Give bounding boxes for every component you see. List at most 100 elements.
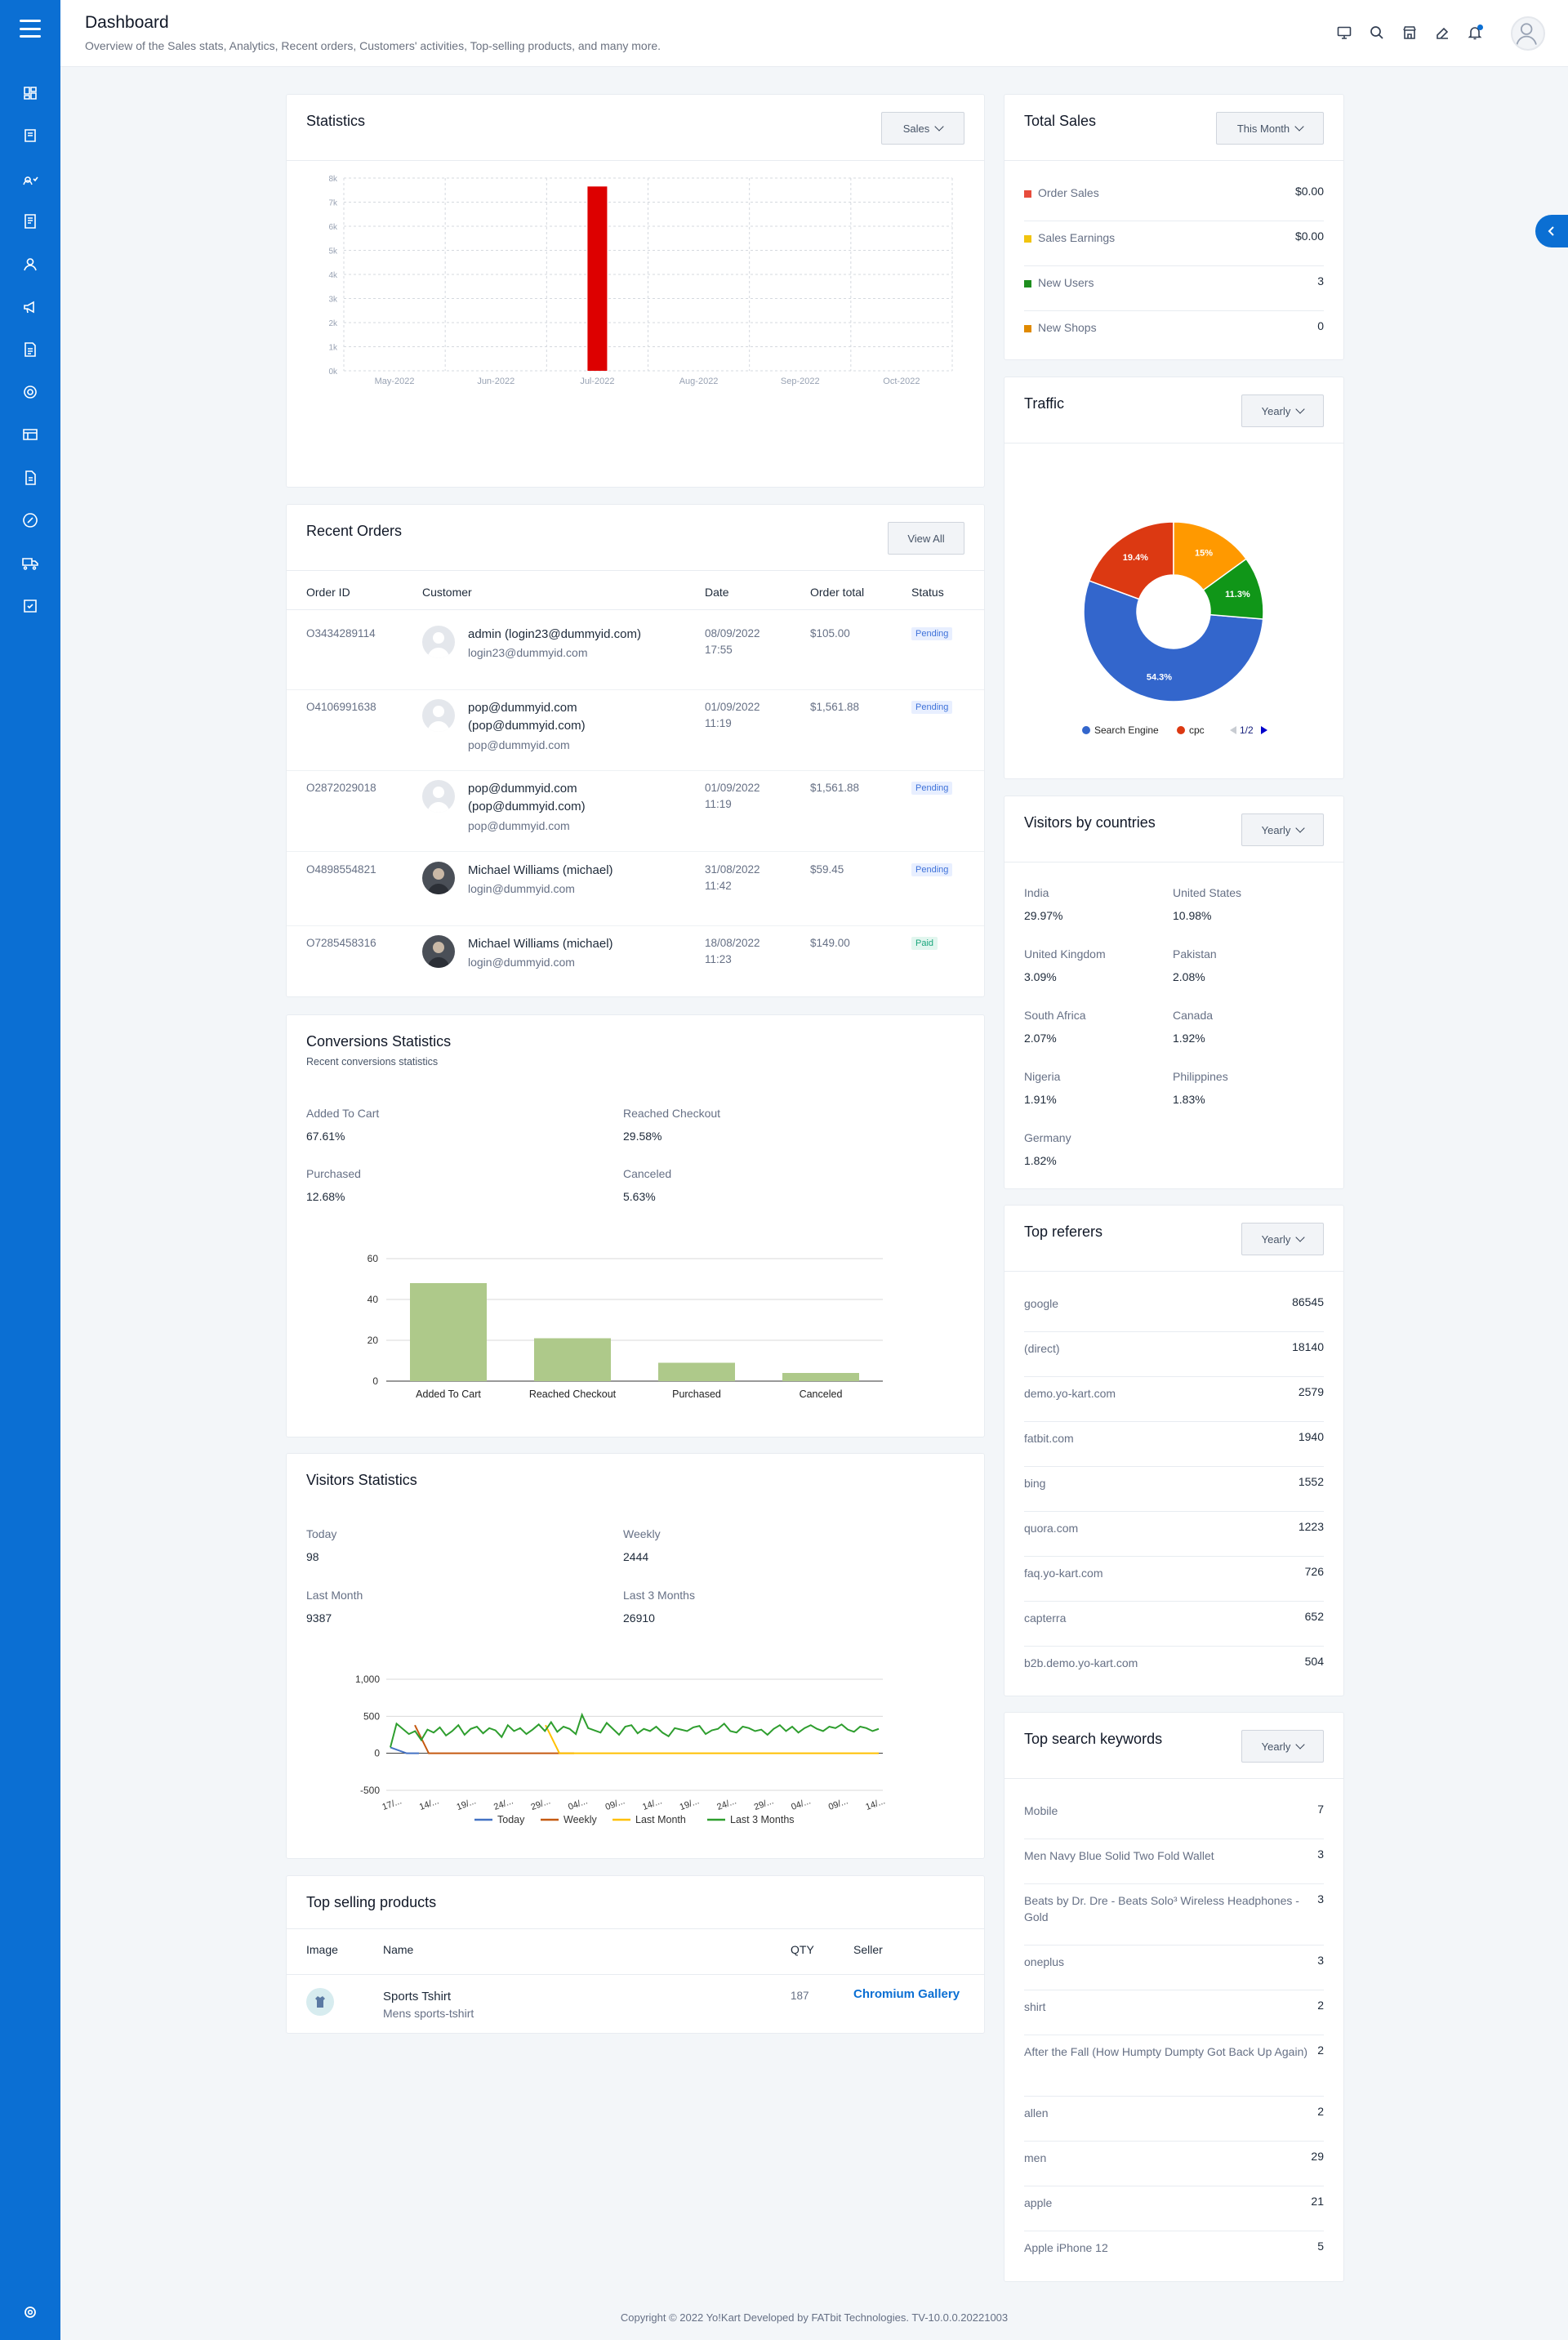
keyword-count: 29: [1311, 2150, 1324, 2163]
menu-toggle-icon[interactable]: [20, 20, 41, 38]
settings-icon[interactable]: [20, 381, 41, 403]
monitor-icon[interactable]: [1334, 23, 1354, 42]
legend-label: Last Month: [635, 1814, 686, 1825]
side-panel-toggle[interactable]: [1535, 215, 1568, 247]
top-selling-title: Top selling products: [306, 1894, 437, 1910]
bar-Jul-2022: [587, 186, 608, 371]
referers-title: Top referers: [1024, 1223, 1103, 1240]
recent-orders-card: Recent Orders View All Order ID Customer…: [286, 504, 985, 997]
product-thumbnail[interactable]: [306, 1988, 334, 2016]
x-tick-label: Canceled: [800, 1388, 843, 1400]
order-id[interactable]: O3434289114: [306, 626, 376, 642]
customer-name-line2: (pop@dummyid.com): [468, 719, 586, 733]
keyword-count: 2: [1317, 1999, 1324, 2012]
customer-email: login23@dummyid.com: [468, 646, 588, 659]
legend-label: Last 3 Months: [730, 1814, 795, 1825]
product-seller-link[interactable]: Chromium Gallery: [853, 1987, 960, 2001]
y-tick-label: 0: [374, 1748, 380, 1759]
country-value: 1.83%: [1173, 1093, 1205, 1106]
x-tick-label: 14/...: [418, 1796, 440, 1812]
pie-slice-label: 54.3%: [1147, 673, 1172, 683]
y-tick-label: 500: [363, 1710, 380, 1722]
settings-icon[interactable]: [20, 2302, 41, 2323]
referers-period-dropdown[interactable]: Yearly: [1241, 1223, 1324, 1255]
conversions-title: Conversions Statistics: [306, 1033, 452, 1050]
visitors-title: Visitors Statistics: [306, 1472, 417, 1488]
order-id[interactable]: O7285458316: [306, 935, 376, 952]
page-subtitle: Overview of the Sales stats, Analytics, …: [85, 39, 662, 52]
col-image: Image: [306, 1943, 338, 1956]
search-icon[interactable]: [1367, 23, 1387, 42]
customer-name[interactable]: admin (login23@dummyid.com): [468, 626, 641, 644]
referer-row: capterra 652: [1024, 1602, 1324, 1647]
x-tick-label: 24/...: [715, 1796, 737, 1812]
product-name[interactable]: Sports Tshirt: [383, 1988, 451, 2006]
chevron-down-icon: [1295, 404, 1305, 414]
tax-icon[interactable]: [20, 510, 41, 531]
chevron-down-icon: [1294, 122, 1304, 131]
keyword-text: men: [1024, 2151, 1047, 2164]
y-tick-label: 8k: [328, 175, 338, 184]
reports-icon[interactable]: [20, 339, 41, 360]
customer-icon[interactable]: [20, 253, 41, 274]
promotions-icon[interactable]: [20, 296, 41, 318]
orders-icon[interactable]: [20, 211, 41, 232]
x-tick-label: May-2022: [375, 377, 415, 386]
cms-icon[interactable]: [20, 424, 41, 445]
keywords-dropdown-label: Yearly: [1261, 1740, 1291, 1753]
keyword-count: 3: [1317, 1954, 1324, 1967]
country-value: 1.92%: [1173, 1032, 1205, 1045]
order-id[interactable]: O4106991638: [306, 699, 376, 715]
order-id[interactable]: O2872029018: [306, 780, 376, 796]
customer-name[interactable]: Michael Williams (michael): [468, 935, 613, 953]
referer-count: 504: [1304, 1655, 1324, 1668]
customer-name[interactable]: pop@dummyid.com: [468, 699, 577, 717]
shipping-icon[interactable]: [20, 552, 41, 573]
statistics-type-dropdown[interactable]: Sales: [881, 112, 964, 145]
divider: [287, 160, 984, 161]
catalog-icon[interactable]: [20, 125, 41, 146]
recent-orders-title: Recent Orders: [306, 523, 403, 539]
dashboard-icon[interactable]: [20, 82, 41, 104]
traffic-period-dropdown[interactable]: Yearly: [1241, 394, 1324, 427]
x-tick-label: Jul-2022: [580, 377, 614, 386]
divider: [287, 1974, 984, 1975]
countries-period-dropdown[interactable]: Yearly: [1241, 813, 1324, 846]
referer-name: capterra: [1024, 1611, 1067, 1625]
referer-row: (direct) 18140: [1024, 1332, 1324, 1377]
x-tick-label: Aug-2022: [679, 377, 719, 386]
documents-icon[interactable]: [20, 467, 41, 488]
store-icon[interactable]: [1400, 23, 1419, 42]
referer-row: fatbit.com 1940: [1024, 1422, 1324, 1467]
col-qty: QTY: [791, 1943, 814, 1956]
total-sales-row: New Shops 0: [1024, 311, 1324, 356]
legend-label: cpc: [1189, 724, 1205, 736]
eraser-icon[interactable]: [1432, 23, 1452, 42]
divider: [1004, 160, 1343, 161]
referer-count: 18140: [1292, 1340, 1324, 1353]
total-sales-period-dropdown[interactable]: This Month: [1216, 112, 1324, 145]
stat-label: Last Month: [306, 1589, 363, 1602]
users-icon[interactable]: [20, 168, 41, 189]
legend-swatch: [1082, 726, 1090, 734]
keywords-period-dropdown[interactable]: Yearly: [1241, 1730, 1324, 1763]
countries-card: Visitors by countries Yearly India 29.97%…: [1004, 796, 1344, 1189]
view-all-button[interactable]: View All: [888, 522, 964, 555]
chevron-left-icon: [1548, 226, 1554, 236]
y-tick-label: 5k: [328, 247, 338, 256]
total-sales-label-wrap: New Shops: [1024, 319, 1097, 336]
order-id[interactable]: O4898554821: [306, 862, 376, 878]
top-selling-card: Top selling products Image Name QTY Sell…: [286, 1875, 985, 2034]
import-export-icon[interactable]: [20, 595, 41, 617]
legend-label: Search Engine: [1094, 724, 1159, 736]
keyword-count: 2: [1317, 2105, 1324, 2118]
chevron-down-icon: [1295, 1740, 1305, 1749]
bar-Reached Checkout: [534, 1338, 611, 1381]
customer-name[interactable]: pop@dummyid.com: [468, 780, 577, 798]
notification-bell-icon[interactable]: [1465, 23, 1485, 42]
customer-name[interactable]: Michael Williams (michael): [468, 862, 613, 880]
y-tick-label: 40: [368, 1294, 379, 1305]
user-avatar[interactable]: [1511, 16, 1545, 51]
customer-email: login@dummyid.com: [468, 956, 575, 969]
chevron-down-icon: [1295, 1232, 1305, 1242]
